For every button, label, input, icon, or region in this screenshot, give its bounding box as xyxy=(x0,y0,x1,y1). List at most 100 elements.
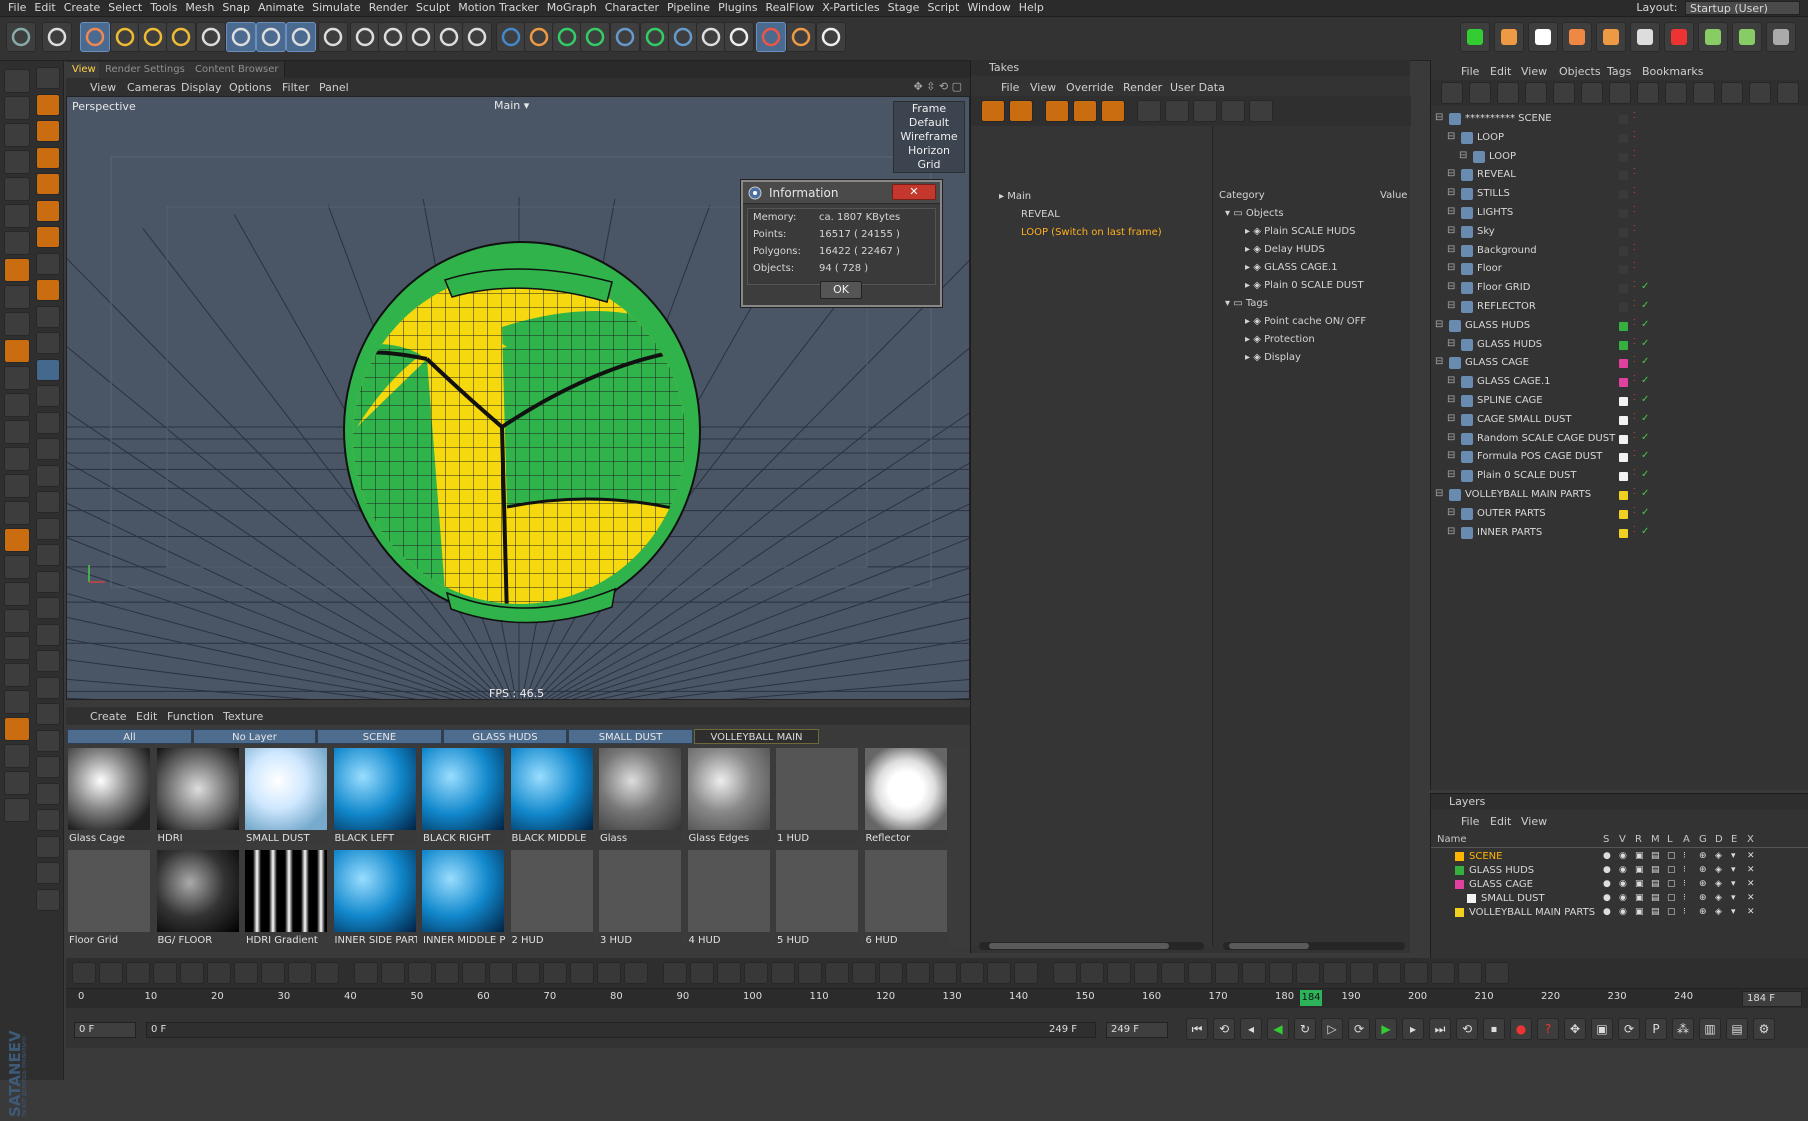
layer-toggle-icon[interactable]: ⁝ xyxy=(1683,907,1686,917)
object-row[interactable]: ⊟ LIGHTS ⁚ xyxy=(1431,204,1808,222)
tab-render-settings[interactable]: Render Settings xyxy=(99,62,192,78)
xpresso-icon[interactable] xyxy=(756,22,786,52)
record-icon[interactable]: ▷ xyxy=(1321,1018,1343,1040)
enabled-check-icon[interactable]: ✓ xyxy=(1641,356,1649,367)
layer-color-swatch[interactable] xyxy=(1619,209,1628,218)
takes-tool-10-icon[interactable] xyxy=(1249,100,1273,122)
side-tool-23-icon[interactable] xyxy=(36,650,60,672)
bottom-tool-52-icon[interactable] xyxy=(1485,962,1509,984)
bottom-tool-48-icon[interactable] xyxy=(1377,962,1401,984)
menu-pipeline[interactable]: Pipeline xyxy=(667,0,710,14)
layer-toggle-icon[interactable]: ◈ xyxy=(1715,879,1722,889)
mat-menu-create[interactable]: Create xyxy=(90,710,127,723)
takes-tool-9-icon[interactable] xyxy=(1221,100,1245,122)
layer-toggle-icon[interactable]: ▤ xyxy=(1651,865,1660,875)
make-editable-icon[interactable] xyxy=(4,69,30,93)
material-glass-cage[interactable]: Glass Cage xyxy=(67,747,151,844)
takes-menu-override[interactable]: Override xyxy=(1066,81,1114,94)
snap-icon[interactable] xyxy=(4,285,30,309)
side-tool-6-icon[interactable] xyxy=(36,199,60,222)
expand-icon[interactable]: ⊟ xyxy=(1447,281,1455,292)
obj-tool-7-icon[interactable] xyxy=(1609,82,1631,104)
material-3-hud[interactable]: 3 HUD xyxy=(598,849,682,946)
side-tool-1-icon[interactable] xyxy=(36,67,60,89)
layer-tab-glass-huds[interactable]: GLASS HUDS xyxy=(443,729,567,744)
mograph-icon[interactable] xyxy=(4,420,30,444)
visibility-dots-icon[interactable]: ⁚ xyxy=(1633,393,1636,402)
axis-icon[interactable] xyxy=(4,312,30,336)
texture-mode-icon[interactable] xyxy=(4,150,30,174)
layer-color-swatch[interactable] xyxy=(1619,171,1628,181)
model-mode-icon[interactable] xyxy=(4,96,30,120)
obj-tool-10-icon[interactable] xyxy=(1693,82,1715,104)
plugin-icon[interactable] xyxy=(786,22,816,52)
menu-x-particles[interactable]: X-Particles xyxy=(822,0,879,14)
visibility-dots-icon[interactable]: ⁚ xyxy=(1633,449,1636,458)
layer-color-swatch[interactable] xyxy=(1467,894,1476,903)
layer-toggle-icon[interactable]: ● xyxy=(1603,851,1611,861)
obj-tool-1-icon[interactable] xyxy=(1441,82,1463,104)
bottom-tool-29-icon[interactable] xyxy=(852,962,876,984)
layer-toggle-icon[interactable]: ✕ xyxy=(1747,865,1755,875)
enabled-check-icon[interactable]: ✓ xyxy=(1641,507,1649,518)
mat-menu-function[interactable]: Function xyxy=(167,710,214,723)
layer-tab-scene[interactable]: SCENE xyxy=(317,729,442,744)
material-icon[interactable] xyxy=(4,690,30,714)
menu-create[interactable]: Create xyxy=(64,0,101,14)
menu-stage[interactable]: Stage xyxy=(888,0,920,14)
visibility-dots-icon[interactable]: ⁚ xyxy=(1633,205,1636,214)
stop-icon[interactable]: ⏹ xyxy=(1483,1018,1505,1040)
select-icon[interactable] xyxy=(196,22,226,52)
bottom-tool-10-icon[interactable] xyxy=(315,962,339,984)
object-row[interactable]: ⊟ Background ⁚ xyxy=(1431,242,1808,260)
bottom-tool-12-icon[interactable] xyxy=(381,962,405,984)
bottom-tool-3-icon[interactable] xyxy=(126,962,150,984)
prev-key-icon[interactable]: ⟲ xyxy=(1213,1018,1235,1040)
play-forward-icon[interactable]: ▶ xyxy=(1375,1018,1397,1040)
settings-icon[interactable]: ⚙ xyxy=(1753,1018,1775,1040)
visibility-dots-icon[interactable]: ⁚ xyxy=(1633,111,1636,120)
visibility-dots-icon[interactable]: ⁚ xyxy=(1633,186,1636,195)
object-row[interactable]: ⊟ REVEAL ⁚ xyxy=(1431,166,1808,184)
material-black-right[interactable]: BLACK RIGHT xyxy=(421,747,505,844)
cube-icon[interactable] xyxy=(496,22,526,52)
solo-icon[interactable] xyxy=(1698,22,1728,52)
takes-tool-3-icon[interactable] xyxy=(1045,100,1069,122)
side-tool-25-icon[interactable] xyxy=(36,703,60,725)
timeline-ruler[interactable]: 0 10 20 30 40 50 60 70 80 90 100 110 120 130 140 150 160… xyxy=(66,988,1808,1008)
category-item[interactable]: ▸ ◈ Plain SCALE HUDS xyxy=(1245,226,1355,237)
side-tool-9-icon[interactable] xyxy=(36,279,60,301)
go-end-icon[interactable]: ⟲ xyxy=(1456,1018,1478,1040)
vp-menu-cameras[interactable]: Cameras xyxy=(127,81,176,94)
bottom-tool-46-icon[interactable] xyxy=(1323,962,1347,984)
expand-icon[interactable]: ⊟ xyxy=(1447,206,1455,217)
bottom-tool-43-icon[interactable] xyxy=(1242,962,1266,984)
menu-character[interactable]: Character xyxy=(605,0,659,14)
bottom-tool-47-icon[interactable] xyxy=(1350,962,1374,984)
layer-toggle-icon[interactable]: ◉ xyxy=(1619,879,1627,889)
help-key-icon[interactable]: ? xyxy=(1537,1018,1559,1040)
takes-tool-1-icon[interactable] xyxy=(981,100,1005,122)
move-icon[interactable] xyxy=(110,22,140,52)
layer-toggle-icon[interactable]: ⊕ xyxy=(1699,907,1707,917)
solo-off-icon[interactable] xyxy=(1732,22,1762,52)
material-hdri[interactable]: HDRI xyxy=(155,747,240,844)
bottom-tool-25-icon[interactable] xyxy=(744,962,768,984)
visibility-dots-icon[interactable]: ⁚ xyxy=(1633,280,1636,289)
layer-color-swatch[interactable] xyxy=(1619,265,1628,275)
bottom-tool-18-icon[interactable] xyxy=(543,962,567,984)
bottom-tool-24-icon[interactable] xyxy=(717,962,741,984)
checker-icon[interactable] xyxy=(4,663,30,687)
vp-menu-panel[interactable]: Panel xyxy=(319,81,349,94)
bottom-tool-23-icon[interactable] xyxy=(690,962,714,984)
layer-toggle-icon[interactable]: ▾ xyxy=(1731,879,1736,889)
visibility-dots-icon[interactable]: ⁚ xyxy=(1633,355,1636,364)
render-picture-icon[interactable] xyxy=(378,22,408,52)
expand-icon[interactable]: ⊟ xyxy=(1447,507,1455,518)
object-row[interactable]: ⊟ Floor ⁚ xyxy=(1431,260,1808,278)
bottom-tool-1-icon[interactable] xyxy=(72,962,96,984)
layer-color-swatch[interactable] xyxy=(1619,359,1628,369)
layer-toggle-icon[interactable]: ▤ xyxy=(1651,879,1660,889)
solo-hier-icon[interactable] xyxy=(1766,22,1796,52)
object-row[interactable]: ⊟ OUTER PARTS ⁚ ✓ xyxy=(1431,505,1808,523)
